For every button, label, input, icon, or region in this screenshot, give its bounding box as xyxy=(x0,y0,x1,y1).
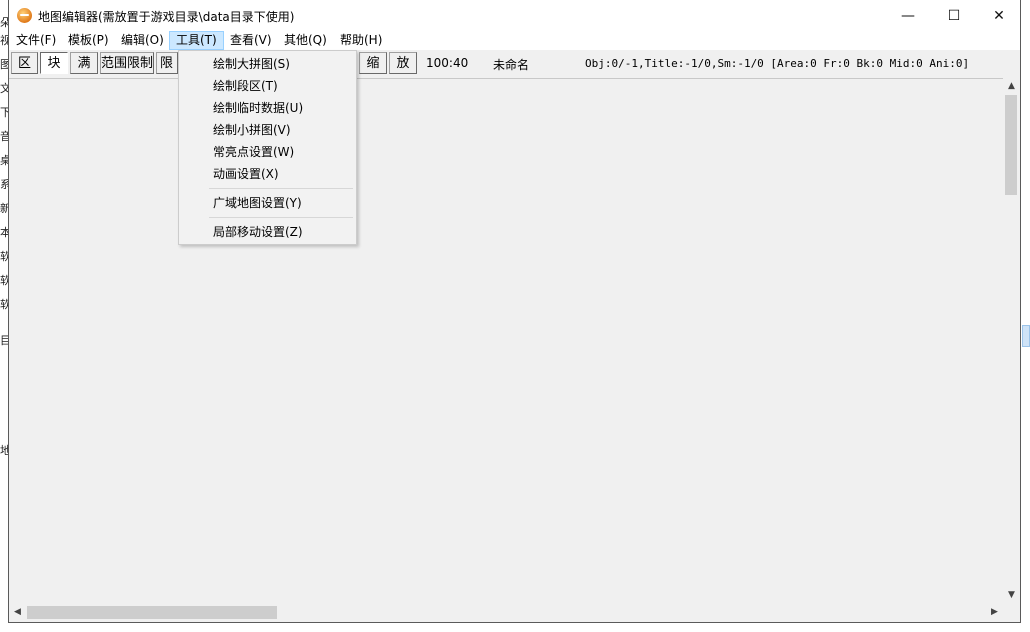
menu-item-draw-segment-area[interactable]: 绘制段区(T) xyxy=(180,75,355,97)
tools-dropdown-menu: 绘制大拼图(S) 绘制段区(T) 绘制临时数据(U) 绘制小拼图(V) 常亮点设… xyxy=(178,50,357,245)
toolbar: 区 块 满 范围限制 限 缩 放 100:40 未命名 Obj:0/-1,Tit… xyxy=(9,50,1020,78)
menu-help[interactable]: 帮助(H) xyxy=(334,31,388,50)
menu-edit[interactable]: 编辑(O) xyxy=(115,31,170,50)
menu-separator xyxy=(209,217,353,218)
menu-separator xyxy=(209,188,353,189)
menu-file[interactable]: 文件(F) xyxy=(10,31,62,50)
menu-item-wide-map-settings[interactable]: 广域地图设置(Y) xyxy=(180,192,355,214)
map-name: 未命名 xyxy=(493,58,530,72)
fill-button[interactable]: 满 xyxy=(70,52,98,74)
menu-item-light-point-settings[interactable]: 常亮点设置(W) xyxy=(180,141,355,163)
horizontal-scroll-thumb[interactable] xyxy=(27,606,277,619)
scroll-up-arrow-icon[interactable]: ▲ xyxy=(1003,78,1020,95)
menu-tools[interactable]: 工具(T) xyxy=(169,31,224,50)
block-mode-button[interactable]: 块 xyxy=(40,52,68,74)
vertical-scroll-thumb[interactable] xyxy=(1005,95,1017,195)
window-title: 地图编辑器(需放置于游戏目录\data目录下使用) xyxy=(38,10,295,24)
menu-view[interactable]: 查看(V) xyxy=(224,31,278,50)
scroll-left-arrow-icon[interactable]: ◀ xyxy=(9,604,26,621)
menu-item-animation-settings[interactable]: 动画设置(X) xyxy=(180,163,355,185)
map-canvas[interactable] xyxy=(9,78,1003,605)
menu-item-local-move-settings[interactable]: 局部移动设置(Z) xyxy=(180,221,355,243)
area-mode-button[interactable]: 区 xyxy=(11,52,38,74)
zoom-out-button[interactable]: 缩 xyxy=(359,52,387,74)
menu-bar: 文件(F) 模板(P) 编辑(O) 工具(T) 查看(V) 其他(Q) 帮助(H… xyxy=(9,31,1020,50)
zoom-level: 100:40 xyxy=(426,56,469,70)
map-editor-window: 地图编辑器(需放置于游戏目录\data目录下使用) — ☐ ✕ 文件(F) 模板… xyxy=(8,0,1021,623)
app-icon[interactable] xyxy=(17,8,32,23)
title-bar[interactable]: 地图编辑器(需放置于游戏目录\data目录下使用) — ☐ ✕ xyxy=(9,0,1020,31)
maximize-button[interactable]: ☐ xyxy=(931,0,977,31)
close-button[interactable]: ✕ xyxy=(976,0,1022,31)
zoom-in-button[interactable]: 放 xyxy=(389,52,417,74)
menu-other[interactable]: 其他(Q) xyxy=(278,31,333,50)
scroll-right-arrow-icon[interactable]: ▶ xyxy=(986,604,1003,621)
horizontal-scrollbar[interactable]: ◀ ▶ xyxy=(9,604,1003,621)
limit-button[interactable]: 限 xyxy=(156,52,178,74)
range-limit-button[interactable]: 范围限制 xyxy=(100,52,154,74)
menu-template[interactable]: 模板(P) xyxy=(62,31,115,50)
scrollbar-corner xyxy=(1003,604,1020,621)
menu-item-draw-large-tile[interactable]: 绘制大拼图(S) xyxy=(180,53,355,75)
status-readout: Obj:0/-1,Title:-1/0,Sm:-1/0 [Area:0 Fr:0… xyxy=(585,57,970,70)
menu-item-draw-small-tile[interactable]: 绘制小拼图(V) xyxy=(180,119,355,141)
vertical-scrollbar[interactable]: ▲ ▼ xyxy=(1003,78,1020,604)
background-selection-edge xyxy=(1022,325,1030,347)
scroll-down-arrow-icon[interactable]: ▼ xyxy=(1003,587,1020,604)
menu-item-draw-temp-data[interactable]: 绘制临时数据(U) xyxy=(180,97,355,119)
minimize-button[interactable]: — xyxy=(885,0,931,31)
